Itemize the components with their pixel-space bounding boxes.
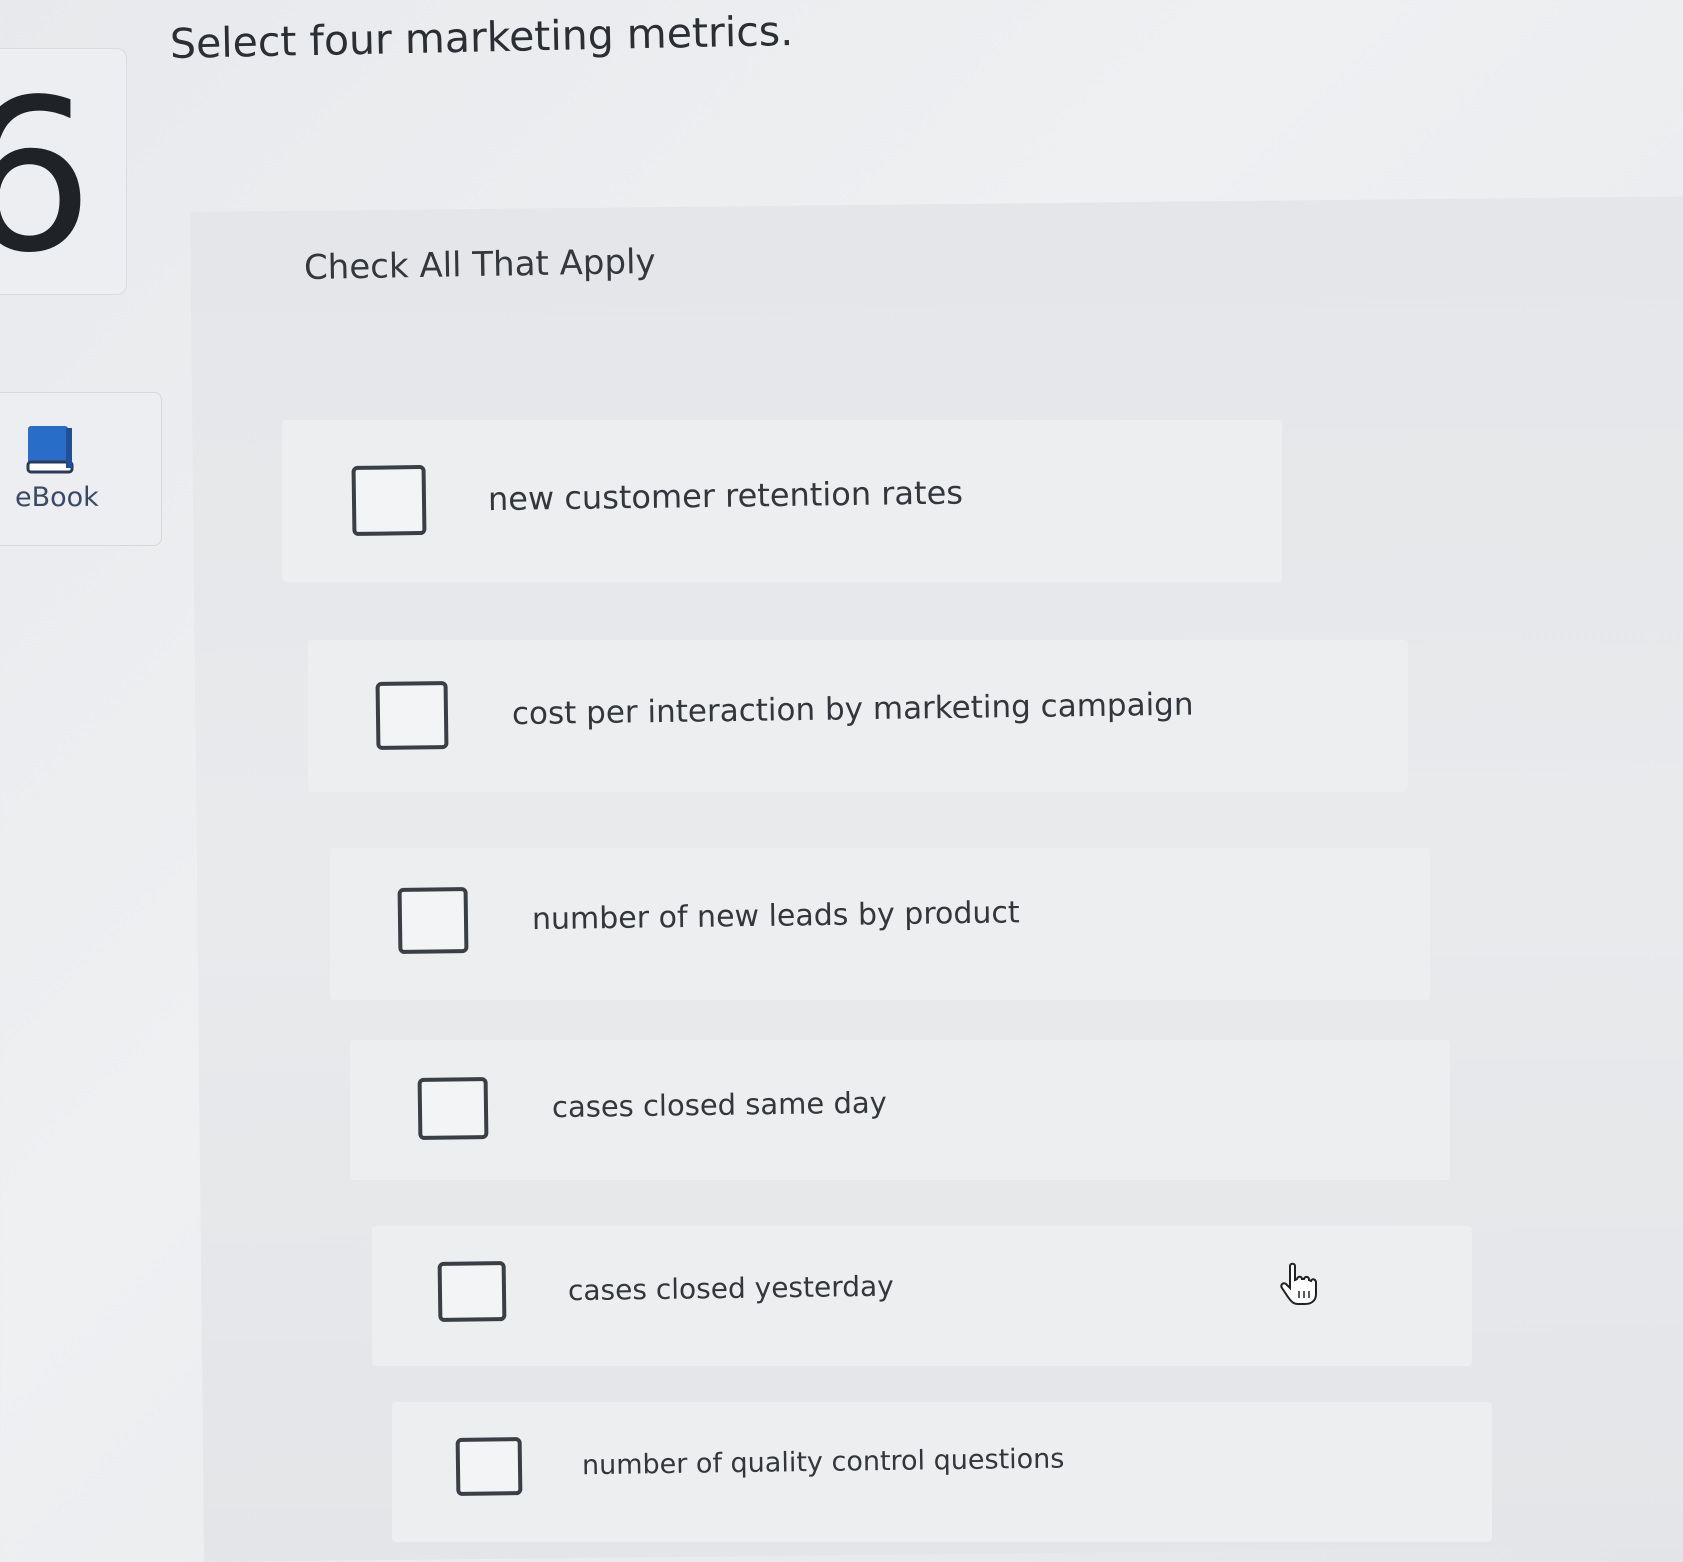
option-checkbox[interactable] [417,1077,489,1140]
option-checkbox[interactable] [437,1261,507,1322]
option-label[interactable]: number of quality control questions [582,1443,1065,1481]
option-checkbox[interactable] [351,464,427,536]
option-checkbox[interactable] [455,1437,523,1496]
ebook-button[interactable] [0,392,162,546]
option-label[interactable]: cases closed yesterday [568,1269,894,1307]
instructions-text: Check All That Apply [303,241,656,288]
option-checkbox[interactable] [397,887,469,954]
question-number: 6 [0,54,94,299]
option-checkbox[interactable] [375,680,449,750]
question-title: Select four marketing metrics. [169,6,794,68]
option-label[interactable]: cost per interaction by marketing campai… [512,687,1194,733]
option-cases-closed-same-day[interactable]: cases closed same day [417,1071,888,1140]
option-new-customer-retention-rates[interactable]: new customer retention rates [351,457,964,536]
option-label[interactable]: number of new leads by product [532,895,1020,937]
option-label[interactable]: cases closed same day [552,1085,887,1124]
question-page: 6 eBook Select four marketing metrics. C… [0,0,1683,1562]
ebook-label[interactable]: eBook [15,482,99,513]
option-new-leads-by-product[interactable]: number of new leads by product [397,879,1021,954]
option-quality-control-questions[interactable]: number of quality control questions [455,1430,1065,1496]
hand-pointer-icon [1280,1262,1317,1305]
book-icon[interactable] [26,424,74,476]
option-label[interactable]: new customer retention rates [488,473,963,518]
option-cost-per-interaction[interactable]: cost per interaction by marketing campai… [375,671,1194,750]
option-cases-closed-yesterday[interactable]: cases closed yesterday [437,1256,895,1322]
